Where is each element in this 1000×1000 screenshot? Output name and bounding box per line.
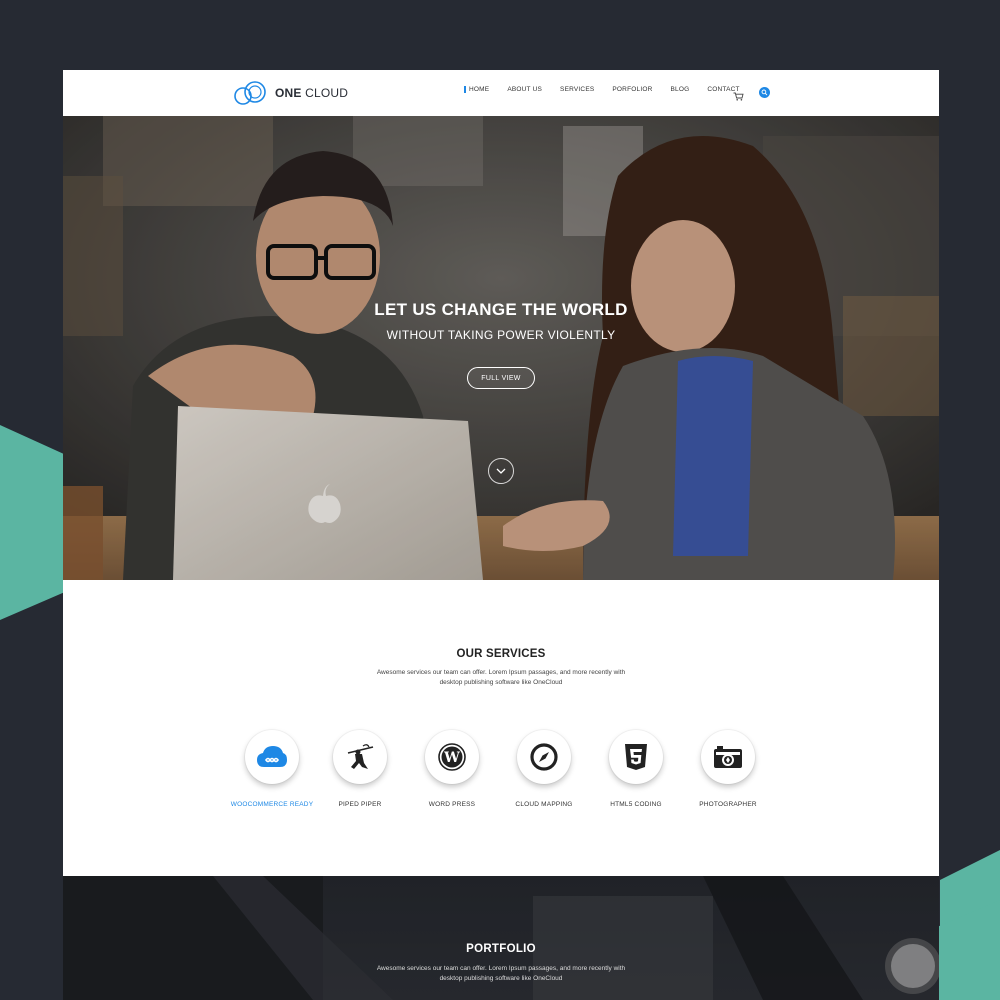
nav-item-about-us[interactable]: ABOUT US xyxy=(507,86,542,93)
service-circle xyxy=(333,730,387,784)
wordpress-icon: W xyxy=(438,743,466,771)
logo-circles-icon xyxy=(234,81,266,105)
cart-icon[interactable] xyxy=(733,88,744,106)
service-photographer[interactable]: PHOTOGRAPHER xyxy=(678,730,778,808)
svg-text:W: W xyxy=(443,750,460,766)
portfolio-description: Awesome services our team can offer. Lor… xyxy=(376,965,626,982)
service-label: PHOTOGRAPHER xyxy=(699,801,757,808)
services-description: Awesome services our team can offer. Lor… xyxy=(376,669,626,686)
search-icon xyxy=(761,89,768,96)
service-circle xyxy=(609,730,663,784)
hero-banner: LET US CHANGE THE WORLD WITHOUT TAKING P… xyxy=(63,116,939,580)
service-wordpress[interactable]: W WORD PRESS xyxy=(402,730,502,808)
service-circle xyxy=(245,730,299,784)
service-woocommerce[interactable]: WOOCOMMERCE READY xyxy=(222,730,322,808)
service-html5[interactable]: HTML5 CODING xyxy=(586,730,686,808)
service-label: HTML5 CODING xyxy=(610,801,662,808)
nav-item-blog[interactable]: BLOG xyxy=(670,86,689,93)
services-title: OUR SERVICES xyxy=(456,648,546,660)
website-page: ONE CLOUD HOME ABOUT US SERVICES PORFOLI… xyxy=(63,70,939,1000)
service-piped-piper[interactable]: PIPED PIPER xyxy=(310,730,410,808)
service-label: WOOCOMMERCE READY xyxy=(230,801,314,808)
compass-icon xyxy=(530,743,558,771)
hero-photo xyxy=(63,116,939,580)
hero-title: LET US CHANGE THE WORLD xyxy=(374,300,628,319)
scroll-down-button[interactable] xyxy=(488,458,514,484)
site-header: ONE CLOUD HOME ABOUT US SERVICES PORFOLI… xyxy=(63,70,939,116)
chevron-down-icon xyxy=(496,468,506,474)
portfolio-title: PORTFOLIO xyxy=(466,943,536,955)
logo-text: ONE CLOUD xyxy=(275,86,348,100)
logo[interactable]: ONE CLOUD xyxy=(233,80,348,106)
piper-icon xyxy=(347,744,374,769)
service-circle xyxy=(701,730,755,784)
main-nav: HOME ABOUT US SERVICES PORFOLIOR BLOG CO… xyxy=(464,86,758,93)
hero-subtitle: WITHOUT TAKING POWER VIOLENTLY xyxy=(386,328,616,342)
logo-text-bold: ONE xyxy=(275,86,302,100)
service-circle: W xyxy=(425,730,479,784)
nav-item-portfolio[interactable]: PORFOLIOR xyxy=(612,86,652,93)
logo-text-light: CLOUD xyxy=(305,86,349,100)
service-label: CLOUD MAPPING xyxy=(515,801,573,808)
cloud-infinity-icon xyxy=(257,746,287,767)
full-view-button[interactable]: FULL VIEW xyxy=(467,367,535,389)
service-label: WORD PRESS xyxy=(428,801,476,808)
camera-icon xyxy=(714,746,742,768)
service-label: PIPED PIPER xyxy=(338,801,382,808)
service-circle xyxy=(517,730,571,784)
nav-item-home[interactable]: HOME xyxy=(464,86,489,93)
search-button[interactable] xyxy=(759,87,770,98)
html5-icon xyxy=(625,744,647,770)
service-cloud-mapping[interactable]: CLOUD MAPPING xyxy=(494,730,594,808)
portfolio-section: PORTFOLIO Awesome services our team can … xyxy=(63,876,939,1000)
nav-item-services[interactable]: SERVICES xyxy=(560,86,594,93)
